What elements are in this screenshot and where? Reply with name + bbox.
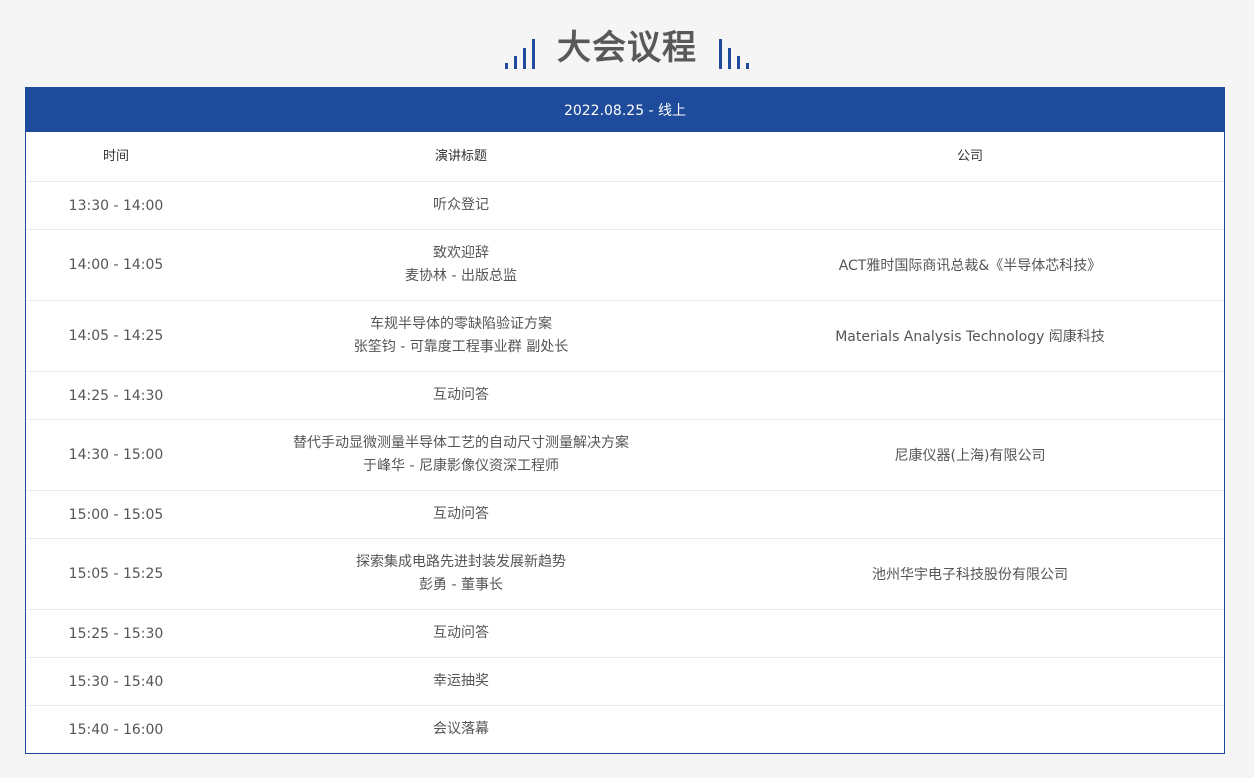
talk-title: 互动问答	[433, 625, 489, 641]
session-talk: 会议落幕	[206, 718, 716, 741]
table-row: 14:05 - 14:25 车规半导体的零缺陷验证方案张筌钧 - 可靠度工程事业群…	[26, 300, 1224, 371]
session-talk: 致欢迎辞麦协林 - 出版总监	[206, 242, 716, 288]
table-header-row: 时间 演讲标题 公司	[26, 132, 1224, 181]
session-talk: 互动问答	[206, 384, 716, 407]
talk-speaker: 于峰华 - 尼康影像仪资深工程师	[363, 458, 559, 474]
column-header-time: 时间	[102, 149, 129, 164]
session-talk: 互动问答	[206, 622, 716, 645]
session-time: 15:25 - 15:30	[68, 625, 164, 642]
talk-title: 幸运抽奖	[433, 673, 489, 689]
session-time: 15:00 - 15:05	[68, 506, 164, 523]
session-time: 14:25 - 14:30	[68, 387, 164, 404]
session-talk: 替代手动显微测量半导体工艺的自动尺寸测量解决方案 于峰华 - 尼康影像仪资深工程师	[206, 432, 716, 478]
session-company: 池州华宇电子科技股份有限公司	[872, 567, 1068, 583]
table-row: 14:00 - 14:05 致欢迎辞麦协林 - 出版总监 ACT雅时国际商讯总裁&《…	[26, 229, 1224, 300]
session-company: ACT雅时国际商讯总裁&《半导体芯科技》	[838, 258, 1102, 274]
table-row: 14:30 - 15:00 替代手动显微测量半导体工艺的自动尺寸测量解决方案 于峰华…	[26, 419, 1224, 490]
session-talk: 探索集成电路先进封装发展新趋势 彭勇 - 董事长	[206, 551, 716, 597]
talk-speaker: 张筌钧 - 可靠度工程事业群 副处长	[353, 339, 569, 355]
table-row: 13:30 - 14:00 听众登记	[26, 181, 1224, 229]
session-talk: 互动问答	[206, 503, 716, 526]
session-talk: 幸运抽奖	[206, 670, 716, 693]
agenda-rows: 13:30 - 14:00 听众登记 14:00 - 14:05 致欢迎辞麦协林 - …	[26, 181, 1224, 753]
talk-title: 车规半导体的零缺陷验证方案	[370, 316, 552, 332]
talk-speaker: 彭勇 - 董事长	[419, 577, 503, 593]
column-header-company: 公司	[956, 149, 983, 164]
talk-speaker: 麦协林 - 出版总监	[405, 268, 517, 284]
column-header-talk: 演讲标题	[434, 149, 487, 164]
table-row: 15:30 - 15:40 幸运抽奖	[26, 657, 1224, 705]
table-row: 15:40 - 16:00 会议落幕	[26, 705, 1224, 753]
session-time: 14:30 - 15:00	[68, 447, 164, 463]
talk-title: 会议落幕	[433, 721, 489, 737]
talk-title: 互动问答	[433, 387, 489, 403]
session-talk: 听众登记	[206, 194, 716, 217]
session-company: 尼康仪器(上海)有限公司	[894, 448, 1046, 464]
table-row: 15:00 - 15:05 互动问答	[26, 490, 1224, 538]
session-time: 15:30 - 15:40	[68, 673, 164, 690]
table-row: 15:05 - 15:25 探索集成电路先进封装发展新趋势 彭勇 - 董事长 池州华宇…	[26, 538, 1224, 609]
session-company: Materials Analysis Technology 闳康科技	[835, 329, 1105, 345]
ascending-bars-icon	[505, 27, 535, 69]
session-time: 15:40 - 16:00	[68, 721, 164, 738]
talk-title: 替代手动显微测量半导体工艺的自动尺寸测量解决方案	[293, 435, 629, 451]
page-header: 大会议程	[0, 24, 1254, 72]
talk-title: 致欢迎辞	[433, 245, 489, 261]
talk-title: 听众登记	[433, 197, 489, 213]
date-header: 2022.08.25 - 线上	[26, 88, 1224, 132]
session-time: 15:05 - 15:25	[68, 566, 164, 582]
table-row: 14:25 - 14:30 互动问答	[26, 371, 1224, 419]
talk-title: 探索集成电路先进封装发展新趋势	[356, 554, 566, 570]
session-talk: 车规半导体的零缺陷验证方案张筌钧 - 可靠度工程事业群 副处长	[206, 313, 716, 359]
session-time: 14:00 - 14:05	[68, 257, 164, 273]
talk-title: 互动问答	[433, 506, 489, 522]
agenda-table: 2022.08.25 - 线上 时间 演讲标题 公司 13:30 - 14:00…	[25, 87, 1225, 754]
session-time: 14:05 - 14:25	[68, 328, 164, 344]
descending-bars-icon	[719, 27, 749, 69]
table-row: 15:25 - 15:30 互动问答	[26, 609, 1224, 657]
session-time: 13:30 - 14:00	[68, 197, 164, 214]
page-title: 大会议程	[557, 28, 697, 68]
